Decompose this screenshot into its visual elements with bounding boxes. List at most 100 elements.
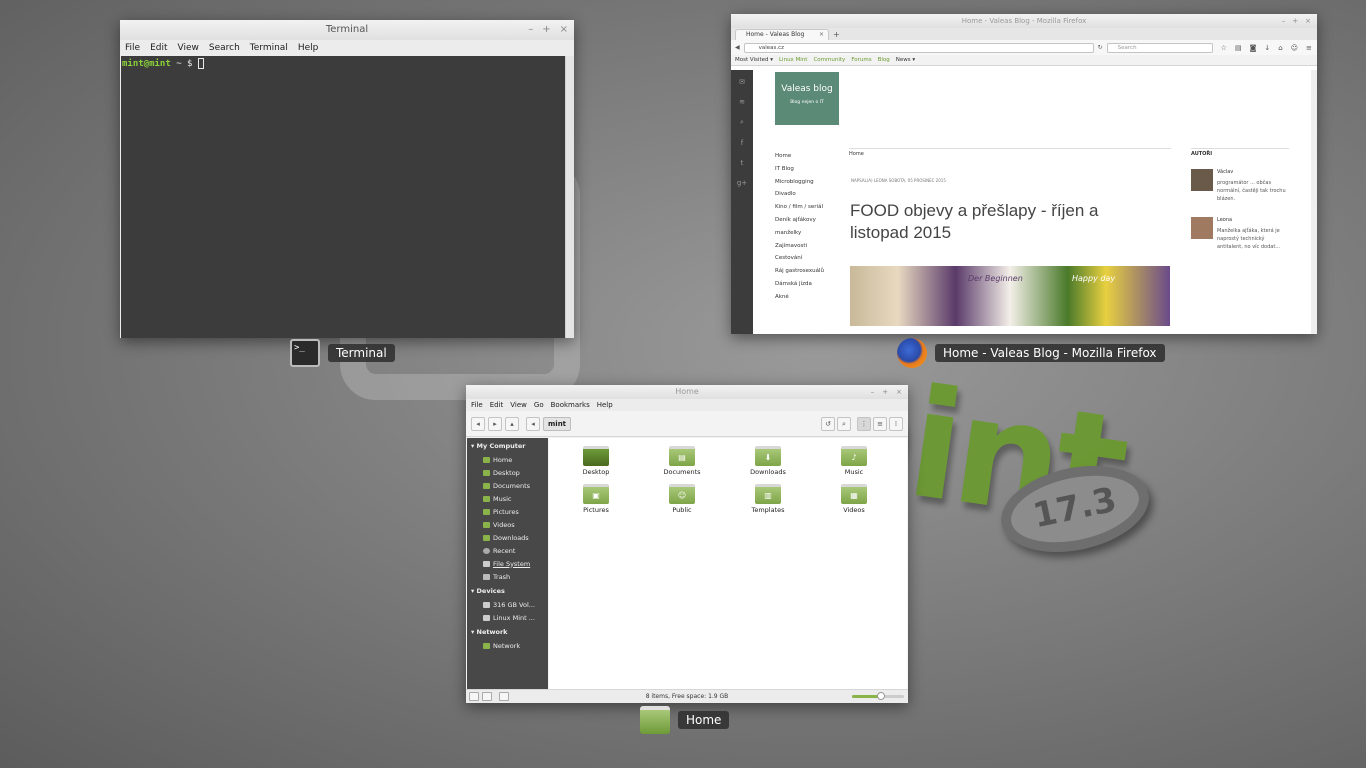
firefox-titlebar[interactable]: Home - Valeas Blog - Mozilla Firefox – +… bbox=[731, 14, 1317, 28]
menu-view[interactable]: View bbox=[510, 399, 527, 411]
breadcrumb[interactable]: Home bbox=[849, 148, 1171, 157]
sidebar-item-downloads[interactable]: Downloads bbox=[467, 531, 548, 544]
sidebar-item-volume[interactable]: 316 GB Vol... bbox=[467, 598, 548, 611]
terminal-titlebar[interactable]: Terminal – + × bbox=[120, 20, 574, 40]
nav-item[interactable]: Dámská jízda bbox=[775, 278, 824, 291]
sidebar-item-music[interactable]: Music bbox=[467, 492, 548, 505]
back-icon[interactable]: ◀ bbox=[735, 44, 740, 51]
menu-search[interactable]: Search bbox=[209, 40, 240, 56]
file-item-templates[interactable]: ▥ Templates bbox=[725, 484, 811, 514]
nav-item[interactable]: Zajímavosti bbox=[775, 240, 824, 253]
googleplus-icon[interactable]: g+ bbox=[737, 179, 747, 187]
sidebar-item-home[interactable]: Home bbox=[467, 453, 548, 466]
rss-icon[interactable]: ≋ bbox=[739, 98, 745, 106]
sidebar-item-desktop[interactable]: Desktop bbox=[467, 466, 548, 479]
menu-help[interactable]: Help bbox=[298, 40, 319, 56]
download-icon[interactable]: ↓ bbox=[1264, 44, 1270, 52]
maximize-button[interactable]: + bbox=[882, 385, 888, 399]
bookmark-most-visited[interactable]: Most Visited ▾ bbox=[735, 55, 773, 65]
maximize-button[interactable]: + bbox=[542, 20, 550, 40]
menu-file[interactable]: File bbox=[125, 40, 140, 56]
firefox-window[interactable]: Home - Valeas Blog - Mozilla Firefox – +… bbox=[731, 14, 1317, 334]
close-button[interactable]: × bbox=[1305, 14, 1311, 28]
file-view[interactable]: Desktop ▤ Documents ⬇ Downloads ♪ Music ▣ Pi… bbox=[549, 438, 907, 689]
maximize-button[interactable]: + bbox=[1292, 14, 1298, 28]
twitter-icon[interactable]: t bbox=[741, 159, 744, 167]
author-card[interactable]: Leona Manželka ajťáka, která je naprostý… bbox=[1191, 217, 1289, 251]
file-item-public[interactable]: ☺ Public bbox=[639, 484, 725, 514]
forward-icon[interactable]: ▸ bbox=[488, 416, 502, 431]
sidebar-section-my-computer[interactable]: My Computer bbox=[467, 438, 548, 453]
close-button[interactable]: × bbox=[560, 20, 568, 40]
list-view-icon[interactable]: ≡ bbox=[873, 416, 887, 431]
menu-bookmarks[interactable]: Bookmarks bbox=[551, 399, 590, 411]
menu-file[interactable]: File bbox=[471, 399, 483, 411]
toggle-location-icon[interactable]: ↺ bbox=[821, 416, 835, 431]
nav-item[interactable]: Divadlo bbox=[775, 188, 824, 201]
menu-go[interactable]: Go bbox=[534, 399, 544, 411]
nav-item[interactable]: IT Blog bbox=[775, 163, 824, 176]
star-icon[interactable]: ☆ bbox=[1221, 44, 1227, 52]
sidebar-item-linux-mint[interactable]: Linux Mint ... bbox=[467, 611, 548, 624]
file-item-music[interactable]: ♪ Music bbox=[811, 446, 897, 476]
nav-item[interactable]: Home bbox=[775, 150, 824, 163]
minimize-button[interactable]: – bbox=[1282, 14, 1286, 28]
browser-tab[interactable]: Home - Valeas Blog × bbox=[735, 29, 829, 40]
menu-edit[interactable]: Edit bbox=[490, 399, 504, 411]
back-icon[interactable]: ◂ bbox=[471, 416, 485, 431]
menu-icon[interactable]: ≡ bbox=[1306, 44, 1312, 52]
tab-close-icon[interactable]: × bbox=[819, 30, 824, 40]
terminal-scrollbar[interactable] bbox=[565, 56, 574, 338]
sidebar-item-documents[interactable]: Documents bbox=[467, 479, 548, 492]
page-scrollbar[interactable] bbox=[1311, 70, 1317, 334]
menu-view[interactable]: View bbox=[178, 40, 199, 56]
hide-sidebar-icon[interactable] bbox=[499, 692, 509, 701]
home-icon[interactable]: ⌂ bbox=[1278, 44, 1282, 52]
nemo-titlebar[interactable]: Home – + × bbox=[466, 385, 908, 399]
mail-icon[interactable]: ✉ bbox=[739, 78, 745, 86]
terminal-output[interactable]: mint@mint ~ $ bbox=[121, 56, 565, 338]
nav-item[interactable]: Kino / film / seriál bbox=[775, 201, 824, 214]
hello-icon[interactable]: ☺ bbox=[1291, 44, 1298, 52]
blog-logo[interactable]: Valeas blog Blog nejen o IT bbox=[775, 72, 839, 125]
menu-terminal[interactable]: Terminal bbox=[250, 40, 288, 56]
bookmark-linux-mint[interactable]: Linux Mint bbox=[779, 55, 807, 65]
show-places-icon[interactable] bbox=[469, 692, 479, 701]
bookmark-news[interactable]: News ▾ bbox=[896, 55, 915, 65]
terminal-window[interactable]: Terminal – + × File Edit View Search Ter… bbox=[120, 20, 574, 338]
menu-edit[interactable]: Edit bbox=[150, 40, 167, 56]
nav-item[interactable]: Akné bbox=[775, 291, 824, 304]
sidebar-item-recent[interactable]: Recent bbox=[467, 544, 548, 557]
nav-item[interactable]: Deník ajťákovy bbox=[775, 214, 824, 227]
bookmark-forums[interactable]: Forums bbox=[851, 55, 871, 65]
home-expo-label[interactable]: Home bbox=[640, 706, 730, 734]
show-treeview-icon[interactable] bbox=[482, 692, 492, 701]
sidebar-section-network[interactable]: Network bbox=[467, 624, 548, 639]
minimize-button[interactable]: – bbox=[528, 20, 533, 40]
terminal-expo-label[interactable]: >_ Terminal bbox=[290, 339, 395, 367]
file-item-desktop[interactable]: Desktop bbox=[553, 446, 639, 476]
file-manager-window[interactable]: Home – + × File Edit View Go Bookmarks H… bbox=[466, 385, 908, 703]
path-left-icon[interactable]: ◂ bbox=[526, 416, 540, 431]
nav-item[interactable]: Cestování bbox=[775, 252, 824, 265]
nav-item[interactable]: Microblogging bbox=[775, 176, 824, 189]
menu-help[interactable]: Help bbox=[597, 399, 613, 411]
sidebar-item-file-system[interactable]: File System bbox=[467, 557, 548, 570]
file-item-videos[interactable]: ▦ Videos bbox=[811, 484, 897, 514]
search-icon[interactable]: ⌕ bbox=[837, 416, 851, 431]
sidebar-section-devices[interactable]: Devices bbox=[467, 583, 548, 598]
icon-view-icon[interactable]: ⋮ bbox=[857, 416, 871, 431]
file-item-downloads[interactable]: ⬇ Downloads bbox=[725, 446, 811, 476]
post-image[interactable]: Der Beginnen Happy day bbox=[850, 266, 1170, 326]
zoom-knob[interactable] bbox=[876, 692, 885, 700]
bookmark-community[interactable]: Community bbox=[813, 55, 845, 65]
compact-view-icon[interactable]: ⁞ bbox=[889, 416, 903, 431]
reload-icon[interactable]: ↻ bbox=[1098, 44, 1103, 51]
author-card[interactable]: Václav programátor ... občas normální, č… bbox=[1191, 169, 1289, 203]
zoom-slider[interactable] bbox=[852, 692, 904, 700]
url-bar[interactable]: valeas.cz bbox=[743, 42, 1094, 53]
search-input[interactable]: Search bbox=[1106, 42, 1213, 53]
sidebar-item-pictures[interactable]: Pictures bbox=[467, 505, 548, 518]
sidebar-item-network[interactable]: Network bbox=[467, 639, 548, 652]
file-item-pictures[interactable]: ▣ Pictures bbox=[553, 484, 639, 514]
